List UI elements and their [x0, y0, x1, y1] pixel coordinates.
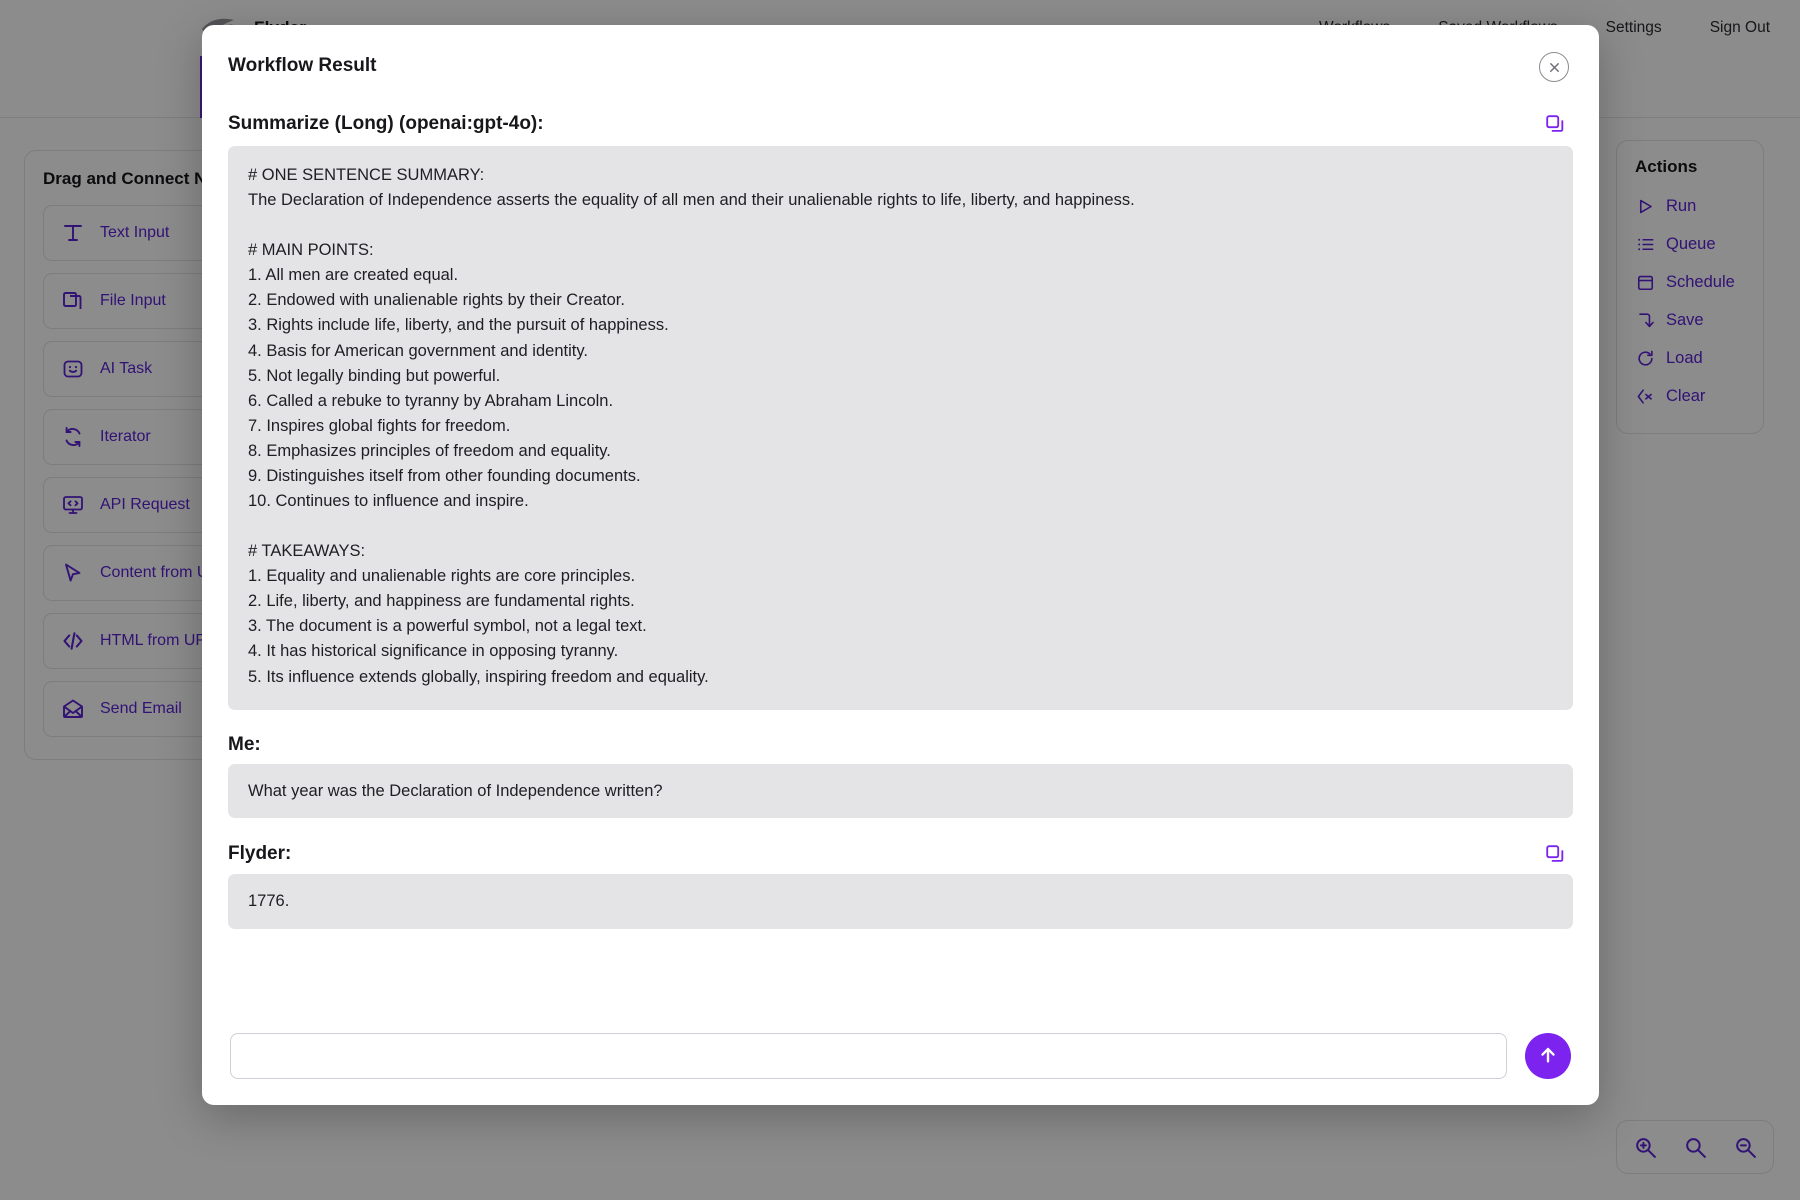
arrow-up-icon — [1537, 1044, 1559, 1069]
modal-composer — [224, 1033, 1577, 1105]
modal-title: Workflow Result — [228, 55, 377, 76]
chat-speaker-me: Me: — [228, 733, 261, 755]
chat-message-flyder: 1776. — [228, 874, 1573, 930]
workflow-result-modal: Workflow Result Summarize (Long) (openai… — [202, 25, 1599, 1105]
copy-icon[interactable] — [1543, 112, 1567, 136]
result-heading: Summarize (Long) (openai:gpt-4o): — [228, 113, 544, 134]
copy-icon[interactable] — [1543, 842, 1567, 866]
send-button[interactable] — [1525, 1033, 1571, 1079]
flyder-block-header: Flyder: — [228, 842, 1573, 866]
chat-speaker-flyder: Flyder: — [228, 843, 292, 865]
chat-input[interactable] — [230, 1033, 1507, 1079]
modal-body: Summarize (Long) (openai:gpt-4o): # ONE … — [224, 112, 1577, 987]
modal-header: Workflow Result — [224, 52, 1577, 82]
app-root: Flyder Workflows Saved Workflows Setting… — [0, 0, 1800, 1200]
result-block-header: Summarize (Long) (openai:gpt-4o): — [228, 112, 1573, 136]
result-text: # ONE SENTENCE SUMMARY: The Declaration … — [228, 146, 1573, 710]
chat-message-me: What year was the Declaration of Indepen… — [228, 763, 1573, 819]
close-icon[interactable] — [1539, 52, 1569, 82]
